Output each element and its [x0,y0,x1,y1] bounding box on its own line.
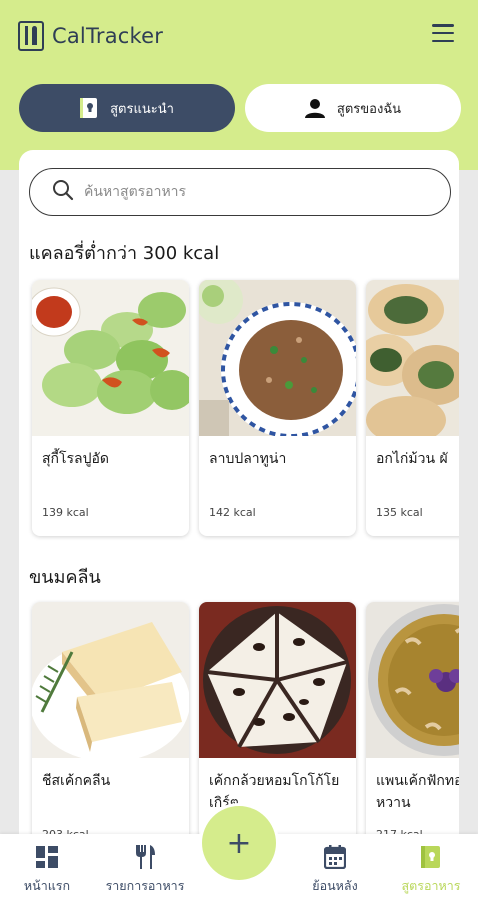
user-icon [304,98,325,118]
nav-label: ย้อนหลัง [312,878,358,893]
recipe-name: ชีสเค้กคลีน [42,773,111,789]
recipe-image-cabbage-rolls [32,280,189,436]
tab-recommended-recipes[interactable]: สูตรแนะนำ [19,84,235,132]
clean-dessert-recipe-row[interactable]: ชีสเค้กคลีน 203 kcal [32,602,459,840]
recipe-card[interactable]: สุกี้โรลปูอัด 139 kcal [32,280,189,536]
recipe-kcal: 139 kcal [42,506,89,519]
recipe-card[interactable]: ชีสเค้กคลีน 203 kcal [32,602,189,840]
recipe-name: อกไก่ม้วน ผั [376,451,448,467]
recipe-kcal: 135 kcal [376,506,423,519]
recipes-panel: แคลอรี่ต่ำกว่า 300 kcal [19,150,459,840]
fork-knife-book-icon [18,21,44,51]
low-calorie-recipe-row[interactable]: สุกี้โรลปูอัด 139 kcal ลาบปลาทูน่า 142 k… [32,280,459,536]
search-bar[interactable] [29,168,451,216]
recipe-card[interactable]: แพนเค้กฟักทองมันหวาน 217 kcal [366,602,459,840]
section-title-low-calorie: แคลอรี่ต่ำกว่า 300 kcal [29,243,220,264]
recipe-name: แพนเค้กฟักทองมันหวาน [376,773,459,811]
recipe-image-cheesecake [32,602,189,758]
recipe-book-icon [421,844,441,870]
recipe-card[interactable]: อกไก่ม้วน ผั 135 kcal [366,280,459,536]
plus-icon: + [226,825,252,861]
recipe-name: ลาบปลาทูน่า [209,451,287,467]
recipe-card[interactable]: ลาบปลาทูน่า 142 kcal [199,280,356,536]
fork-knife-icon [134,844,156,870]
recipe-card[interactable]: เค้กกล้วยหอมโกโก้โยเกิร์ต [199,602,356,840]
recipe-image-banana-cocoa-cake [199,602,356,758]
search-input[interactable] [84,184,414,200]
recipe-tabs: สูตรแนะนำ สูตรของฉัน [19,84,461,132]
nav-label: หน้าแรก [23,878,71,893]
nav-home[interactable]: หน้าแรก [0,844,102,896]
nav-label: สูตรอาหาร [401,878,461,893]
section-title-clean-desserts: ขนมคลีน [29,567,101,588]
recipe-image-pumpkin-pancake [366,602,459,758]
nav-food-list[interactable]: รายการอาหาร [90,844,200,896]
tab-label: สูตรของฉัน [336,101,402,117]
search-icon [52,179,74,205]
nav-recipes[interactable]: สูตรอาหาร [376,844,478,896]
recipe-image-chicken-rolls [366,280,459,436]
recipe-name: สุกี้โรลปูอัด [42,451,110,467]
tab-label: สูตรแนะนำ [110,101,174,117]
add-button[interactable]: + [202,806,276,880]
app-brand: CalTracker [52,24,164,48]
nav-label: รายการอาหาร [105,878,185,893]
calendar-icon [324,844,346,870]
recipe-book-icon [80,97,98,119]
recipe-image-tuna-larb [199,280,356,436]
app-header: CalTracker [18,16,460,56]
nav-history[interactable]: ย้อนหลัง [280,844,390,896]
hamburger-menu-icon[interactable] [432,24,454,42]
dashboard-icon [36,844,58,870]
recipe-kcal: 142 kcal [209,506,256,519]
tab-my-recipes[interactable]: สูตรของฉัน [245,84,461,132]
